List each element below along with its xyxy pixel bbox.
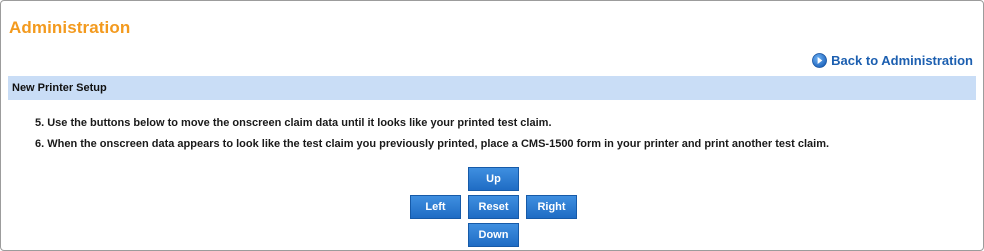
instruction-step-5: 5. Use the buttons below to move the ons… [35, 117, 552, 129]
reset-button[interactable]: Reset [468, 195, 519, 219]
page-title: Administration [9, 18, 131, 37]
admin-panel: Administration Back to Administration Ne… [0, 0, 984, 251]
move-right-button[interactable]: Right [526, 195, 577, 219]
back-to-administration-link[interactable]: Back to Administration [812, 53, 973, 68]
instructions-list: 5. Use the buttons below to move the ons… [35, 116, 829, 158]
section-title: New Printer Setup [12, 82, 107, 94]
move-left-button[interactable]: Left [410, 195, 461, 219]
instruction-step-6: 6. When the onscreen data appears to loo… [35, 138, 830, 150]
back-link-label: Back to Administration [831, 53, 973, 68]
arrow-right-circle-icon [812, 53, 828, 68]
section-header: New Printer Setup [8, 76, 976, 100]
move-down-button[interactable]: Down [468, 223, 519, 247]
move-up-button[interactable]: Up [468, 167, 519, 191]
